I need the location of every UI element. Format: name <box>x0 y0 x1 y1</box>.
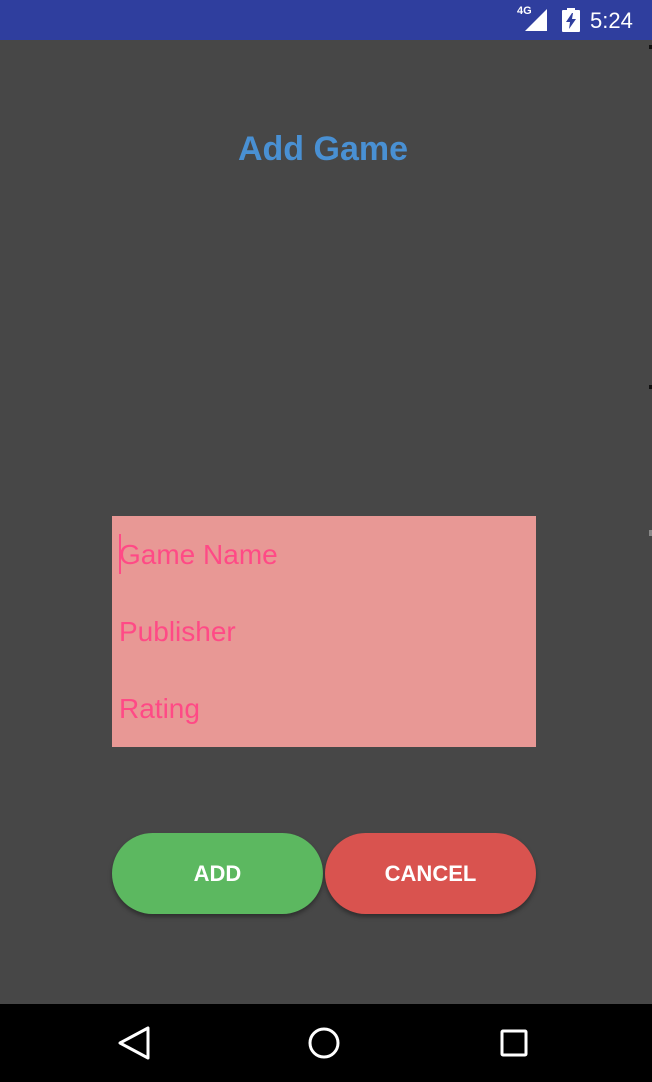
home-icon[interactable] <box>303 1022 345 1064</box>
text-cursor <box>119 534 121 574</box>
game-name-field[interactable]: Game Name <box>119 533 519 577</box>
page-title: Add Game <box>237 130 409 168</box>
status-bar: 4G 5:24 <box>0 0 652 40</box>
add-button[interactable]: ADD <box>112 833 323 914</box>
status-clock: 5:24 <box>590 8 633 33</box>
navigation-bar <box>0 1004 652 1082</box>
battery-charging-icon <box>562 8 580 32</box>
recents-icon[interactable] <box>493 1022 535 1064</box>
cancel-button[interactable]: CANCEL <box>325 833 536 914</box>
signal-icon <box>525 9 547 31</box>
publisher-field[interactable]: Publisher <box>119 610 519 654</box>
game-form: Game Name Publisher Rating <box>112 516 536 747</box>
rating-field[interactable]: Rating <box>119 687 519 731</box>
back-icon[interactable] <box>112 1022 154 1064</box>
